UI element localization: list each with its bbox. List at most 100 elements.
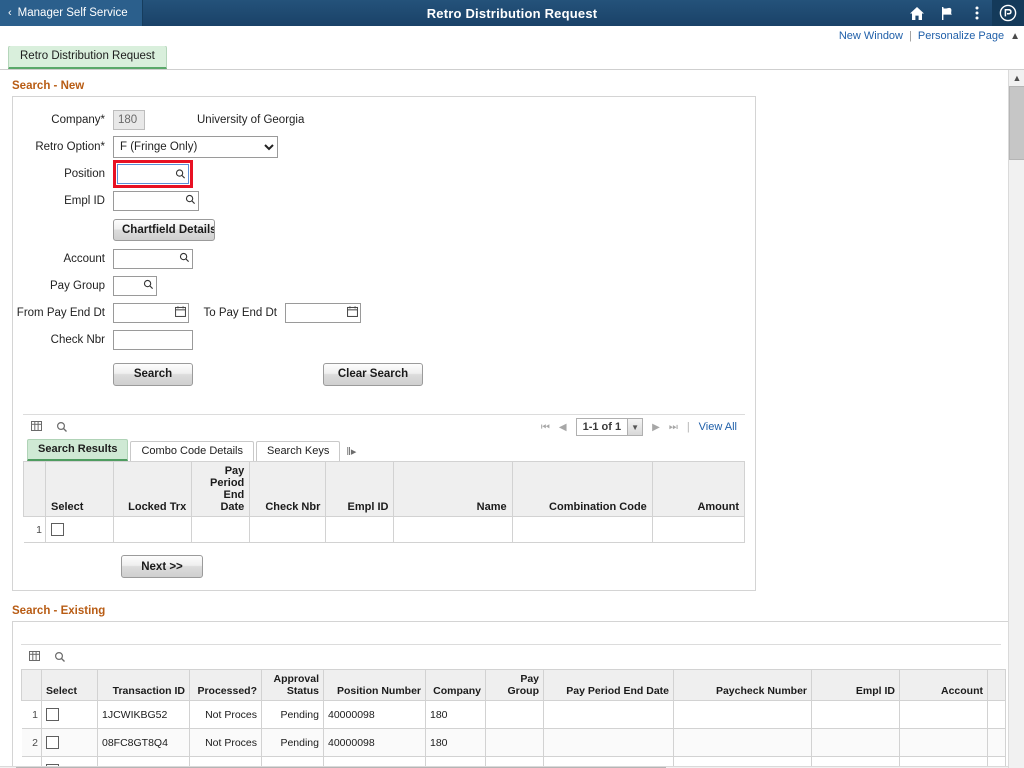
header-locked-trx[interactable]: Locked Trx — [113, 461, 193, 517]
next-button[interactable]: Next >> — [121, 555, 203, 578]
tab-retro-distribution-request[interactable]: Retro Distribution Request — [8, 45, 167, 69]
pager-first-icon[interactable]: ⏮ — [541, 422, 550, 433]
table-row: 1 — [23, 516, 746, 543]
row-number: 2 — [21, 728, 42, 757]
tab-expand-icon[interactable]: ‖▸ — [342, 445, 360, 461]
company-label: Company* — [51, 114, 105, 126]
retro-option-label: Retro Option* — [35, 141, 105, 153]
row-select-checkbox[interactable] — [51, 523, 65, 536]
retro-option-select[interactable]: F (Fringe Only) — [113, 136, 278, 158]
pager-range-box[interactable]: 1-1 of 1 ▼ — [575, 418, 644, 436]
pay-group-input[interactable] — [113, 276, 157, 296]
company-input[interactable] — [113, 110, 145, 130]
vertical-scroll-thumb[interactable] — [1009, 86, 1024, 160]
header-empl-id[interactable]: Empl ID — [325, 461, 395, 517]
check-nbr-input[interactable] — [113, 330, 193, 350]
field-row-check-nbr: Check Nbr — [13, 327, 755, 353]
header-select[interactable]: Select — [45, 461, 115, 517]
page-content: Search - New Company* University of Geor… — [0, 70, 1024, 768]
from-pay-end-dt-calendar-icon[interactable] — [175, 304, 186, 322]
home-icon[interactable] — [902, 0, 932, 26]
cell-processed: Not Proces — [189, 728, 262, 757]
existing-header-pay-period-end-date[interactable]: Pay Period End Date — [543, 669, 674, 701]
position-input[interactable] — [117, 164, 189, 184]
cell-pay-period-end-date — [543, 700, 674, 729]
header-pay-period-end-date[interactable]: Pay Period End Date — [191, 461, 251, 517]
pager-next-icon[interactable]: ▶ — [652, 422, 660, 433]
view-all-link[interactable]: View All — [699, 421, 737, 433]
tab-search-keys[interactable]: Search Keys — [255, 441, 341, 461]
search-existing-header-row: Select Transaction ID Processed? Approva… — [21, 669, 1006, 701]
page-utility-bar: New Window | Personalize Page ▲ — [0, 26, 1024, 46]
existing-header-select[interactable]: Select — [41, 669, 98, 701]
header-check-nbr[interactable]: Check Nbr — [249, 461, 327, 517]
navbar-icon[interactable] — [992, 0, 1024, 26]
tab-search-results[interactable]: Search Results — [27, 439, 129, 461]
field-row-search-actions: Search Clear Search — [13, 357, 755, 391]
existing-header-empl-id[interactable]: Empl ID — [811, 669, 900, 701]
account-lookup-wrap — [113, 249, 193, 269]
pager-range-label: 1-1 of 1 — [582, 421, 622, 433]
clear-search-button[interactable]: Clear Search — [323, 362, 423, 386]
tab-combo-code-details[interactable]: Combo Code Details — [130, 441, 254, 461]
to-pay-end-dt-wrap — [285, 303, 361, 323]
cell-empl-id — [325, 516, 395, 543]
field-row-empl-id: Empl ID — [13, 188, 755, 214]
page-title: Retro Distribution Request — [426, 5, 598, 21]
find-in-existing-grid-icon[interactable] — [54, 651, 66, 663]
to-pay-end-dt-calendar-icon[interactable] — [347, 304, 358, 322]
cell-select — [45, 516, 115, 543]
empl-id-input[interactable] — [113, 191, 199, 211]
personalize-existing-grid-icon[interactable] — [29, 651, 42, 663]
header-amount[interactable]: Amount — [651, 461, 746, 517]
search-results-tabstrip: Search Results Combo Code Details Search… — [23, 439, 745, 461]
page-vertical-scrollbar[interactable]: ▲ ▼ — [1008, 70, 1024, 768]
pager-prev-icon[interactable]: ◀ — [559, 422, 567, 433]
existing-header-transaction-id[interactable]: Transaction ID — [97, 669, 190, 701]
cell-empl-id — [811, 728, 900, 757]
existing-header-approval-status[interactable]: Approval Status — [261, 669, 324, 701]
header-name[interactable]: Name — [393, 461, 513, 517]
personalize-grid-icon[interactable] — [31, 421, 44, 433]
account-input[interactable] — [113, 249, 193, 269]
field-row-chartfield: Chartfield Details — [13, 215, 755, 245]
pager-last-icon[interactable]: ⏭ — [669, 422, 678, 433]
app-header: ‹ Manager Self Service Retro Distributio… — [0, 0, 1024, 26]
search-button[interactable]: Search — [113, 362, 193, 386]
collapse-caret-icon[interactable]: ▲ — [1010, 31, 1020, 42]
header-icon-group — [902, 0, 1024, 26]
field-row-account: Account — [13, 246, 755, 272]
pager-dropdown-icon[interactable]: ▼ — [627, 419, 643, 435]
search-existing-table: Select Transaction ID Processed? Approva… — [21, 669, 1006, 768]
position-field-annotation — [113, 160, 193, 188]
chartfield-details-button[interactable]: Chartfield Details — [113, 219, 215, 241]
table-row: 2 08FC8GT8Q4 Not Proces Pending 40000098… — [21, 728, 1006, 757]
back-chevron-icon: ‹ — [8, 6, 12, 19]
cell-pay-period-end-date — [543, 728, 674, 757]
existing-header-account[interactable]: Account — [899, 669, 988, 701]
find-in-grid-icon[interactable] — [56, 421, 68, 433]
existing-header-company[interactable]: Company — [425, 669, 486, 701]
cell-account — [899, 700, 988, 729]
existing-header-pay-group[interactable]: Pay Group — [485, 669, 544, 701]
search-results-header-row: Select Locked Trx Pay Period End Date Ch… — [22, 461, 746, 517]
company-description: University of Georgia — [197, 114, 305, 126]
actions-menu-icon[interactable] — [962, 0, 992, 26]
breadcrumb-manager-self-service[interactable]: ‹ Manager Self Service — [0, 0, 143, 26]
header-combination-code[interactable]: Combination Code — [511, 461, 653, 517]
pager-separator: | — [686, 421, 690, 433]
row-select-checkbox[interactable] — [46, 736, 59, 749]
new-window-link[interactable]: New Window — [839, 30, 903, 42]
scroll-up-arrow-icon[interactable]: ▲ — [1009, 70, 1024, 86]
pay-group-label: Pay Group — [50, 280, 105, 292]
personalize-page-link[interactable]: Personalize Page — [918, 30, 1004, 42]
cell-company: 180 — [425, 728, 486, 757]
existing-header-processed[interactable]: Processed? — [189, 669, 262, 701]
cell-pay-period-end-date — [191, 516, 251, 543]
existing-header-paycheck-number[interactable]: Paycheck Number — [673, 669, 812, 701]
empl-id-lookup-wrap — [113, 191, 199, 211]
flag-icon[interactable] — [932, 0, 962, 26]
row-select-checkbox[interactable] — [46, 708, 59, 721]
existing-header-position-number[interactable]: Position Number — [323, 669, 426, 701]
from-pay-end-dt-label: From Pay End Dt — [16, 307, 105, 319]
